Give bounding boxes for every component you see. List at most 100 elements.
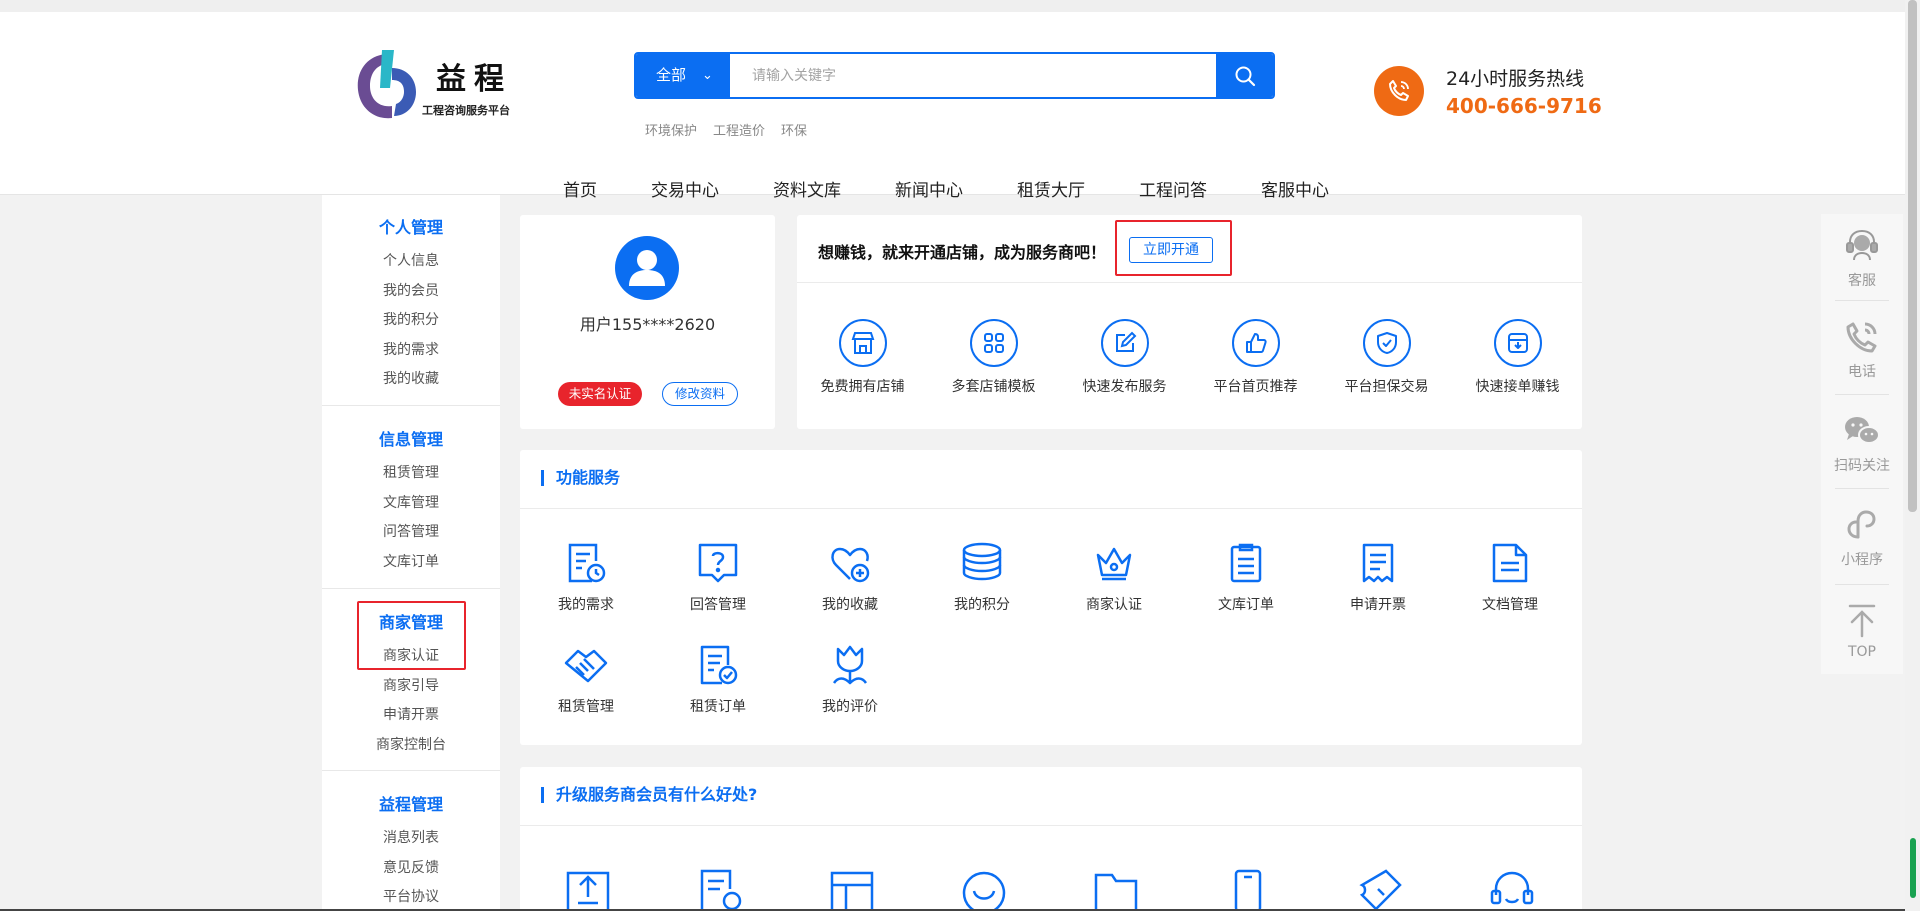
search-input[interactable] [730, 54, 1220, 97]
nav-item-library[interactable]: 资料文库 [773, 176, 841, 201]
folder-icon [1094, 873, 1138, 911]
service-item[interactable]: 回答管理 [652, 537, 784, 614]
upgrade-card: 升级服务商会员有什么好处? [520, 767, 1582, 911]
upload-doc-icon [566, 871, 610, 911]
perk-label: 快速发布服务 [1082, 379, 1167, 395]
service-label: 我的需求 [558, 597, 614, 613]
chevron-down-icon: ⌄ [702, 68, 713, 83]
services-card: 功能服务 我的需求 回答管理 我的收藏 我的积分 商家认证 文库订单 申请开票 … [520, 450, 1582, 745]
service-item[interactable]: 商家认证 [1048, 537, 1180, 614]
section-title: 升级服务商会员有什么好处? [541, 787, 757, 803]
sidebar-item[interactable]: 文库管理 [322, 489, 500, 519]
rail-item-customer-service[interactable]: 客服 [1821, 228, 1903, 290]
ticket-icon [1359, 869, 1402, 911]
scroll-thumb[interactable] [1908, 0, 1917, 512]
service-item[interactable]: 我的需求 [520, 537, 652, 614]
smile-icon [962, 871, 1006, 911]
site-header: 益程 工程咨询服务平台 全部 ⌄ 环境保护 工程造价 环保 24小时服务热线 400… [0, 12, 1920, 201]
wechat-icon [1845, 417, 1880, 444]
document-folder-icon [1484, 537, 1536, 589]
sidebar-item[interactable]: 个人信息 [322, 247, 500, 277]
edit-profile-button[interactable]: 修改资料 [662, 382, 738, 406]
sidebar-item[interactable]: 申请开票 [322, 701, 500, 731]
sidebar-item[interactable]: 我的积分 [322, 306, 500, 336]
nav-item-qa[interactable]: 工程问答 [1139, 176, 1207, 201]
search-button[interactable] [1216, 54, 1273, 97]
store-icon [838, 319, 887, 367]
sidebar-item[interactable]: 问答管理 [322, 518, 500, 548]
divider [1835, 394, 1889, 395]
grid-icon [969, 319, 1018, 367]
hot-keyword[interactable]: 环境保护 [645, 124, 697, 139]
hot-keyword[interactable]: 工程造价 [713, 124, 765, 139]
sidebar-item[interactable]: 我的收藏 [322, 365, 500, 395]
sidebar-item[interactable]: 意见反馈 [322, 854, 500, 884]
phone-icon [1374, 66, 1424, 116]
sidebar-group-info: 信息管理 租赁管理 文库管理 问答管理 文库订单 [322, 429, 500, 577]
phone-icon [1846, 322, 1877, 353]
rail-label: 电话 [1848, 364, 1876, 380]
service-item[interactable]: 文库订单 [1180, 537, 1312, 614]
sidebar-item[interactable]: 租赁管理 [322, 459, 500, 489]
perk-item[interactable]: 快速接单赚钱 [1452, 319, 1583, 396]
sidebar-item[interactable]: 我的需求 [322, 336, 500, 366]
service-label: 文库订单 [1218, 597, 1274, 613]
perk-item[interactable]: 多套店铺模板 [928, 319, 1059, 396]
nav-item-trade[interactable]: 交易中心 [651, 176, 719, 201]
service-item[interactable]: 租赁订单 [652, 639, 784, 716]
service-label: 我的收藏 [822, 597, 878, 613]
nav-item-news[interactable]: 新闻中心 [895, 176, 963, 201]
hot-keyword[interactable]: 环保 [781, 124, 807, 139]
service-item[interactable]: 文档管理 [1444, 537, 1576, 614]
inbox-download-icon [1493, 319, 1542, 367]
nav-item-home[interactable]: 首页 [563, 176, 597, 201]
service-label: 回答管理 [690, 597, 746, 613]
floating-toolbar: 客服 电话 扫码关注 小程序 TOP [1821, 214, 1903, 674]
perk-item[interactable]: 免费拥有店铺 [797, 319, 928, 396]
search-icon [1235, 66, 1255, 86]
rail-item-wechat[interactable]: 扫码关注 [1821, 413, 1903, 475]
sidebar-item[interactable]: 消息列表 [322, 824, 500, 854]
site-logo[interactable]: 益程 工程咨询服务平台 [352, 48, 527, 126]
search-category-label: 全部 [656, 66, 687, 84]
sidebar-item[interactable]: 我的会员 [322, 277, 500, 307]
perk-item[interactable]: 平台首页推荐 [1190, 319, 1321, 396]
sidebar-item[interactable]: 商家引导 [322, 672, 500, 702]
scrollbar[interactable] [1905, 0, 1920, 911]
sidebar-item[interactable]: 平台协议 [322, 883, 500, 911]
sidebar-group-title: 益程管理 [378, 795, 443, 814]
document-check-icon [692, 639, 744, 691]
highlight-box [1115, 220, 1232, 276]
tulip-icon [824, 639, 876, 691]
service-label: 租赁订单 [690, 699, 746, 715]
perk-label: 平台首页推荐 [1213, 379, 1298, 395]
verify-status-badge[interactable]: 未实名认证 [558, 382, 642, 406]
nav-item-rental[interactable]: 租赁大厅 [1017, 176, 1085, 201]
rail-item-phone[interactable]: 电话 [1821, 319, 1903, 381]
perk-item[interactable]: 快速发布服务 [1059, 319, 1190, 396]
perk-item[interactable]: 平台担保交易 [1321, 319, 1452, 396]
username: 用户155****2620 [579, 315, 716, 334]
service-item[interactable]: 我的评价 [784, 639, 916, 716]
mini-program-icon [1847, 510, 1876, 539]
service-item[interactable]: 我的收藏 [784, 537, 916, 614]
sidebar-item[interactable]: 文库订单 [322, 548, 500, 578]
nav-item-service[interactable]: 客服中心 [1261, 176, 1329, 201]
service-item[interactable]: 申请开票 [1312, 537, 1444, 614]
receipt-icon [1352, 537, 1404, 589]
profile-card: 用户155****2620 未实名认证 修改资料 [520, 215, 775, 429]
search-bar: 全部 ⌄ [634, 52, 1275, 99]
back-to-top-button[interactable]: TOP [1821, 602, 1903, 660]
top-utility-bar [0, 0, 1920, 12]
avatar[interactable] [615, 236, 679, 300]
rail-item-mini-program[interactable]: 小程序 [1821, 507, 1903, 569]
service-item[interactable]: 我的积分 [916, 537, 1048, 614]
handshake-icon [560, 639, 612, 691]
highlight-box [357, 601, 466, 670]
rail-label: 扫码关注 [1834, 458, 1890, 474]
service-item[interactable]: 租赁管理 [520, 639, 652, 716]
clipboard-list-icon [1220, 537, 1272, 589]
search-category-select[interactable]: 全部 ⌄ [636, 54, 730, 97]
coins-stack-icon [956, 537, 1008, 589]
sidebar-item[interactable]: 商家控制台 [322, 731, 500, 761]
